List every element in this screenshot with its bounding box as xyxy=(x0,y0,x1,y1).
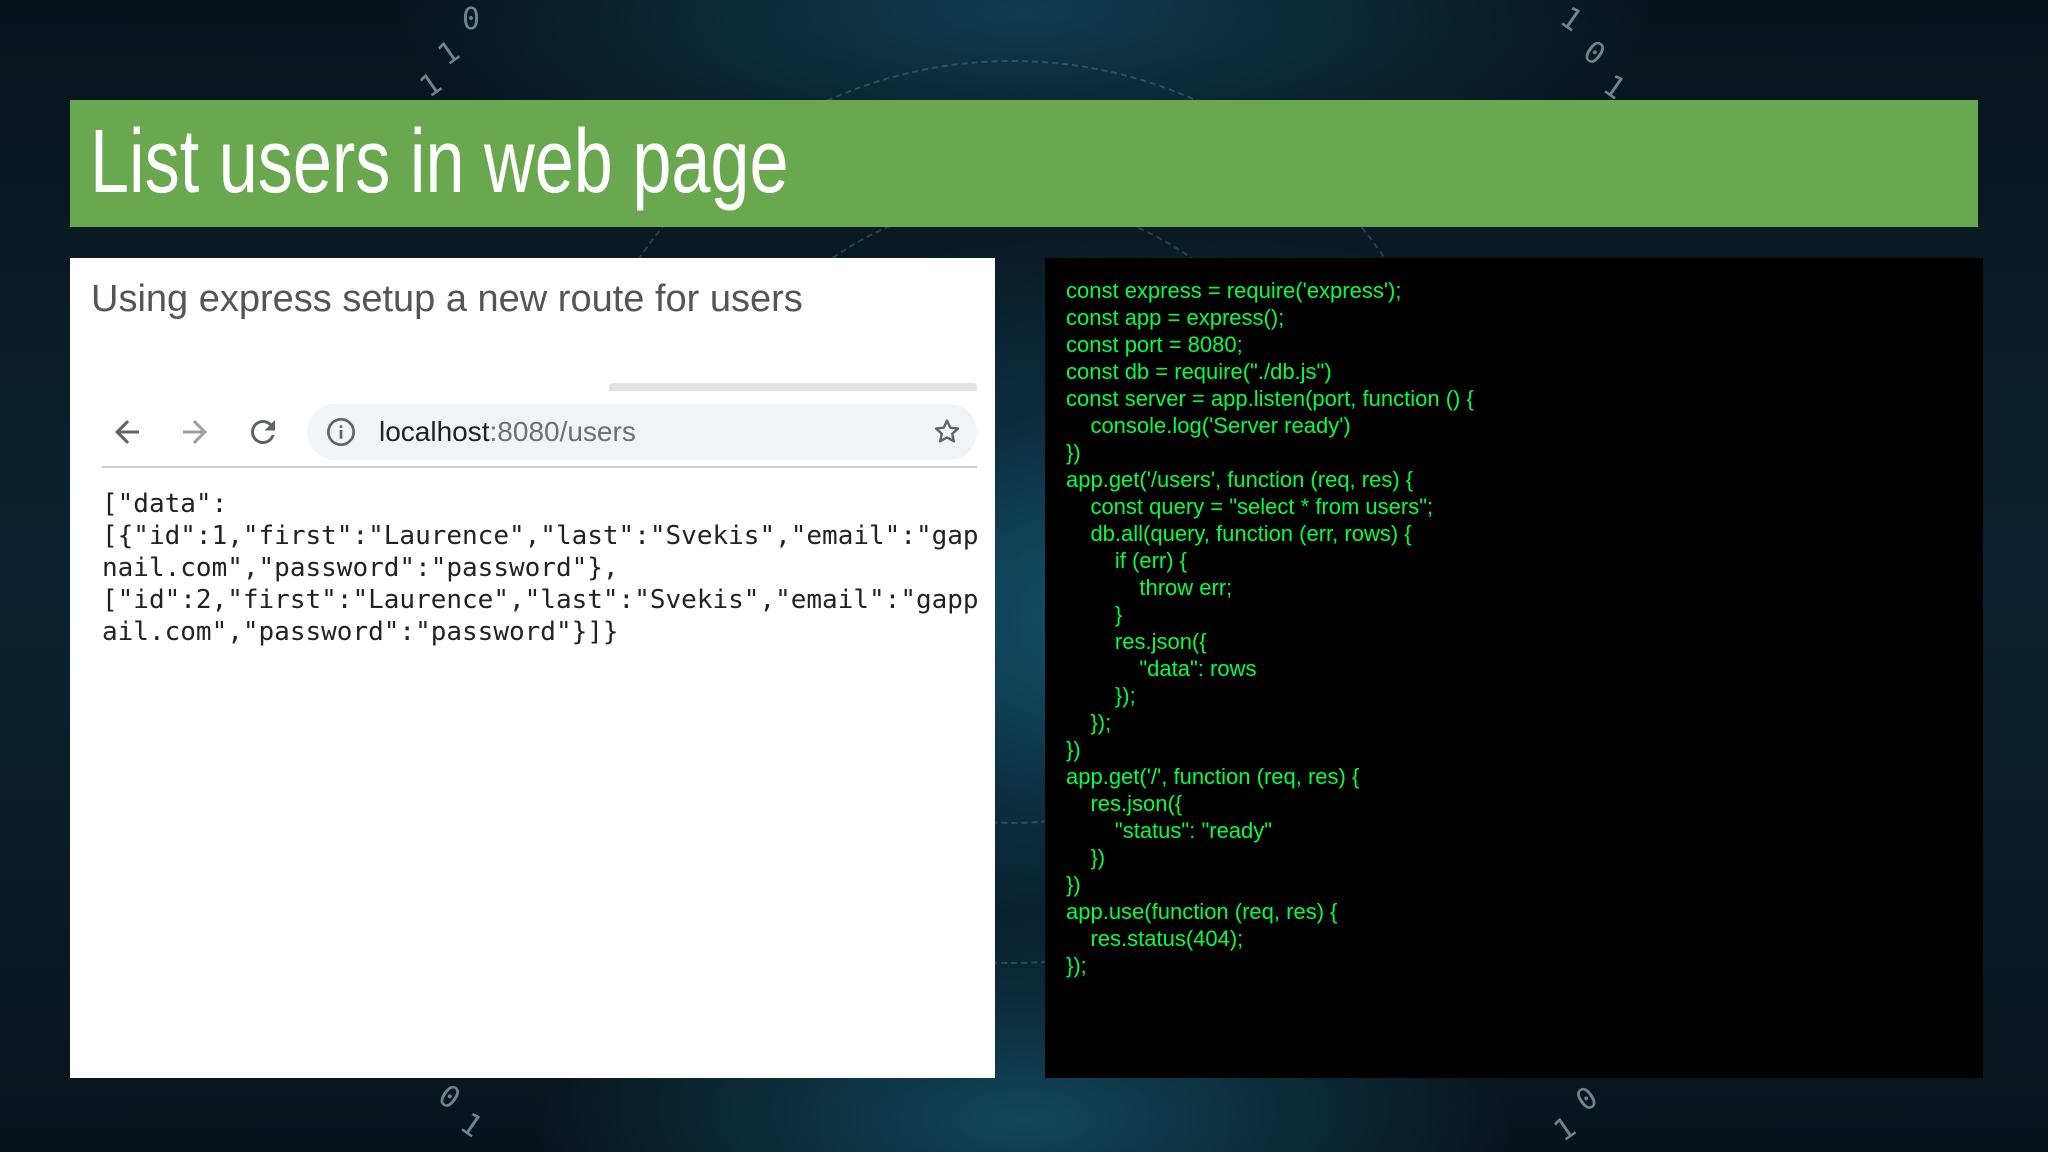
code-line: }); xyxy=(1066,710,1112,735)
slide-title: List users in web page xyxy=(90,112,789,212)
code-line: if (err) { xyxy=(1066,548,1188,573)
json-line: ["data": xyxy=(102,489,228,519)
address-bar[interactable]: localhost:8080/users xyxy=(307,404,977,460)
code-line: res.json({ xyxy=(1066,629,1207,654)
code-line: const server = app.listen(port, function… xyxy=(1066,386,1474,411)
json-line: nail.com","password":"password"}, xyxy=(102,553,619,583)
background-digit: 1 xyxy=(1547,1109,1583,1150)
url-host: localhost xyxy=(379,416,490,447)
arrow-left-icon xyxy=(115,420,139,444)
code-line: const db = require("./db.js") xyxy=(1066,359,1332,384)
info-icon[interactable] xyxy=(325,416,357,448)
background-digit: 0 xyxy=(431,1077,467,1118)
slide-subtitle: Using express setup a new route for user… xyxy=(91,278,803,320)
code-line: app.get('/users', function (req, res) { xyxy=(1066,467,1414,492)
url-path: :8080/users xyxy=(489,416,636,447)
code-line: "status": "ready" xyxy=(1066,818,1273,843)
background-digit: 1 xyxy=(431,33,467,74)
browser-tab-strip xyxy=(609,383,977,391)
star-icon[interactable] xyxy=(931,416,963,448)
background-digit: 0 xyxy=(1576,33,1612,74)
json-line: [{"id":1,"first":"Laurence","last":"Svek… xyxy=(102,521,979,551)
reload-icon xyxy=(250,419,275,444)
code-line: }); xyxy=(1066,953,1087,978)
code-line: throw err; xyxy=(1066,575,1233,600)
code-line: res.status(404); xyxy=(1066,926,1244,951)
browser-toolbar: localhost:8080/users xyxy=(102,398,977,468)
background-digit: 1 xyxy=(1553,0,1589,40)
background-digit: 0 xyxy=(462,2,481,37)
code-line: app.get('/', function (req, res) { xyxy=(1066,764,1360,789)
code-line: app.use(function (req, res) { xyxy=(1066,899,1338,924)
code-line: const query = "select * from users"; xyxy=(1066,494,1434,519)
code-line: const app = express(); xyxy=(1066,305,1285,330)
title-bar: List users in web page xyxy=(70,100,1978,227)
code-line: }) xyxy=(1066,440,1081,465)
back-button[interactable] xyxy=(102,398,152,466)
background-digit: 0 xyxy=(1569,1079,1605,1120)
json-line: ["id":2,"first":"Laurence","last":"Sveki… xyxy=(102,585,979,615)
json-response: ["data": [{"id":1,"first":"Laurence","la… xyxy=(102,488,979,828)
code-line: res.json({ xyxy=(1066,791,1183,816)
code-line: }) xyxy=(1066,872,1081,897)
code-line: db.all(query, function (err, rows) { xyxy=(1066,521,1412,546)
code-line: console.log('Server ready') xyxy=(1066,413,1351,438)
code-line: "data": rows xyxy=(1066,656,1257,681)
code-line: const express = require('express'); xyxy=(1066,278,1402,303)
code-line: }) xyxy=(1066,737,1081,762)
code-line: }); xyxy=(1066,683,1136,708)
code-panel: const express = require('express'); cons… xyxy=(1045,258,1983,1078)
browser-panel: Using express setup a new route for user… xyxy=(70,258,995,1078)
arrow-right-icon xyxy=(183,420,207,444)
forward-button[interactable] xyxy=(170,398,220,466)
background-digit: 1 xyxy=(453,1105,489,1146)
code-line: } xyxy=(1066,602,1123,627)
json-line: ail.com","password":"password"}]} xyxy=(102,617,619,647)
url-text: localhost:8080/users xyxy=(379,416,636,448)
reload-button[interactable] xyxy=(238,398,288,466)
code-line: const port = 8080; xyxy=(1066,332,1243,357)
code-line: }) xyxy=(1066,845,1106,870)
